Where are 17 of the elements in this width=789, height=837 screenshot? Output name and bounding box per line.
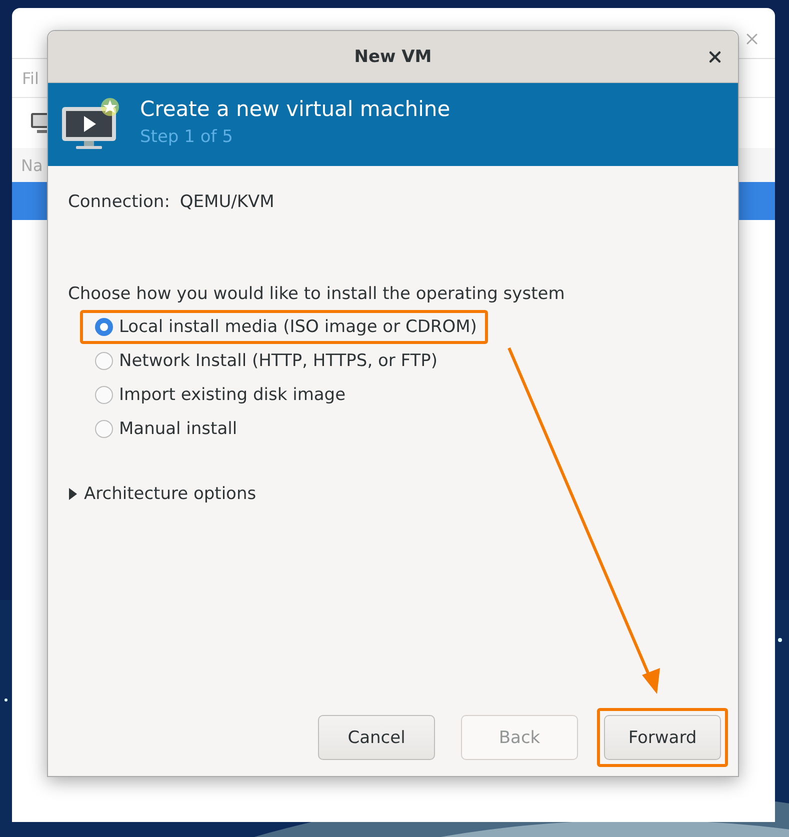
connection-label: Connection: xyxy=(68,192,170,212)
radio-option[interactable]: Manual install xyxy=(95,419,238,439)
column-header: Na xyxy=(21,156,43,174)
dialog-title: New VM xyxy=(354,46,432,66)
connection-value: QEMU/KVM xyxy=(180,192,274,212)
radio-option[interactable]: Local install media (ISO image or CDROM) xyxy=(95,317,477,337)
radio-button[interactable] xyxy=(95,318,113,336)
radio-button[interactable] xyxy=(95,352,113,370)
radio-option[interactable]: Network Install (HTTP, HTTPS, or FTP) xyxy=(95,351,438,371)
banner-title: Create a new virtual machine xyxy=(140,96,450,120)
step-label: Step 1 of 5 xyxy=(140,126,234,146)
prompt-text: Choose how you would like to install the operating system xyxy=(68,284,566,304)
radio-button[interactable] xyxy=(95,420,113,438)
radio-option[interactable]: Import existing disk image xyxy=(95,385,346,405)
dialog-button[interactable]: Forward xyxy=(604,715,721,760)
dialog-button[interactable]: Cancel xyxy=(318,715,435,760)
radio-button[interactable] xyxy=(95,386,113,404)
